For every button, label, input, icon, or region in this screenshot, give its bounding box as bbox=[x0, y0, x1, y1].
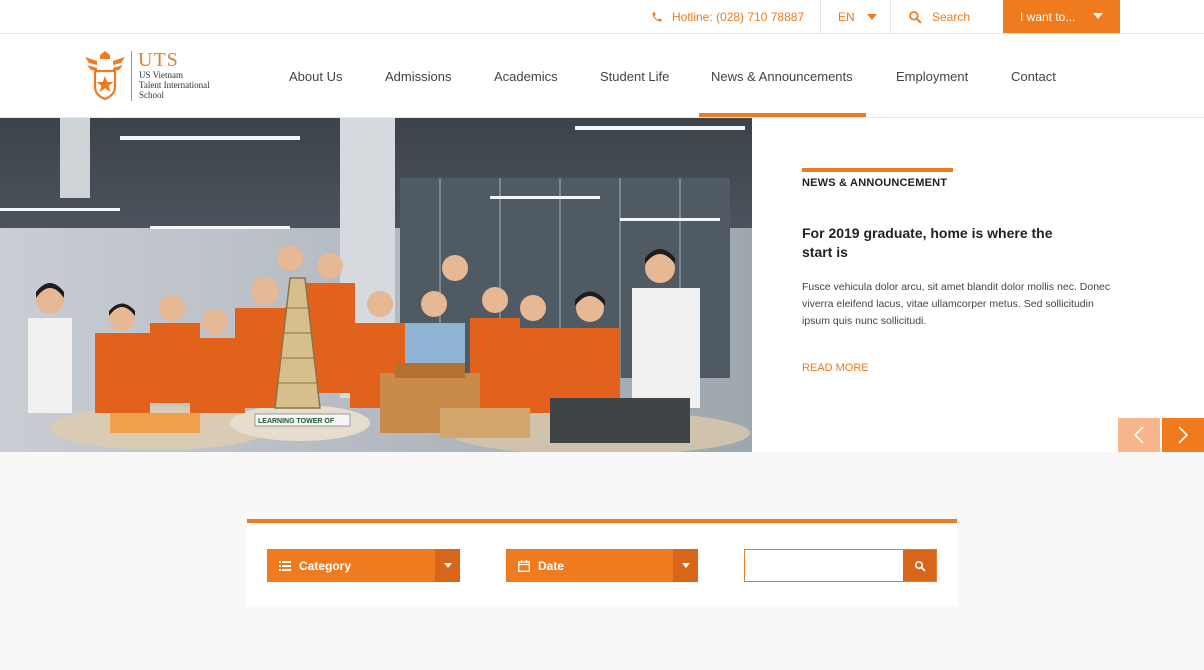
photo-sign-text: LEARNING TOWER OF bbox=[258, 418, 335, 425]
nav-item-about-us[interactable]: About Us bbox=[289, 34, 342, 118]
slider-next-button[interactable] bbox=[1162, 418, 1204, 452]
news-title[interactable]: For 2019 graduate, home is where the sta… bbox=[802, 224, 1062, 262]
nav-item-employment[interactable]: Employment bbox=[896, 34, 968, 118]
chevron-down-icon bbox=[443, 563, 452, 568]
slider-prev-button[interactable] bbox=[1118, 418, 1160, 452]
logo-brand: UTS bbox=[138, 49, 179, 71]
date-label: Date bbox=[538, 558, 565, 573]
hero-photo: LEARNING TOWER OF bbox=[0, 118, 752, 452]
nav-item-academics[interactable]: Academics bbox=[494, 34, 558, 118]
date-dropdown[interactable]: Date bbox=[506, 549, 698, 582]
search-icon bbox=[909, 10, 922, 23]
uts-logo[interactable]: UTS US Vietnam Talent International Scho… bbox=[83, 49, 233, 103]
chevron-down-icon bbox=[681, 563, 690, 568]
news-excerpt: Fusce vehicula dolor arcu, sit amet blan… bbox=[802, 281, 1111, 327]
logo-line: US Vietnam bbox=[139, 70, 184, 80]
search-button[interactable]: Search bbox=[908, 0, 970, 33]
accent-line bbox=[802, 168, 953, 172]
date-dropdown-toggle[interactable] bbox=[673, 549, 698, 582]
logo-subtitle: US Vietnam Talent International School bbox=[139, 70, 210, 100]
date-label-wrap: Date bbox=[518, 559, 564, 573]
list-icon bbox=[279, 560, 291, 571]
language-label: EN bbox=[838, 9, 855, 24]
read-more-link[interactable]: READ MORE bbox=[802, 362, 869, 374]
top-utility-bar: Hotline: (028) 710 78887 EN Search I wan… bbox=[0, 0, 1204, 34]
category-dropdown[interactable]: Category bbox=[267, 549, 460, 582]
divider bbox=[890, 0, 891, 33]
i-want-to-dropdown[interactable]: I want to... bbox=[1003, 0, 1120, 33]
news-filter-bar: Category Date bbox=[247, 519, 957, 606]
nav-item-contact[interactable]: Contact bbox=[1011, 34, 1056, 118]
news-search-box bbox=[744, 549, 937, 582]
phone-icon bbox=[652, 12, 662, 21]
search-label: Search bbox=[932, 9, 971, 24]
nav-active-indicator bbox=[699, 113, 866, 117]
chevron-down-icon bbox=[1093, 13, 1103, 19]
hotline-text: Hotline: (028) 710 78887 bbox=[672, 9, 805, 24]
group-photo-illustration: LEARNING TOWER OF bbox=[0, 118, 752, 452]
search-icon bbox=[914, 560, 925, 571]
shield-star-logo-icon bbox=[85, 51, 125, 101]
news-tag: NEWS & ANNOUNCEMENT bbox=[802, 177, 948, 189]
calendar-icon bbox=[518, 559, 530, 572]
nav-item-student-life[interactable]: Student Life bbox=[600, 34, 669, 118]
logo-line: School bbox=[139, 90, 165, 100]
category-label-wrap: Category bbox=[279, 559, 351, 573]
category-dropdown-toggle[interactable] bbox=[435, 549, 460, 582]
hero-news-panel: NEWS & ANNOUNCEMENT For 2019 graduate, h… bbox=[752, 118, 1204, 452]
chevron-down-icon bbox=[866, 13, 877, 20]
nav-item-news-announcements[interactable]: News & Announcements bbox=[711, 34, 853, 118]
i-want-to-label: I want to... bbox=[1020, 9, 1076, 24]
logo-line: Talent International bbox=[139, 80, 210, 90]
hotline[interactable]: Hotline: (028) 710 78887 bbox=[651, 0, 804, 33]
divider bbox=[820, 0, 821, 33]
chevron-right-icon bbox=[1178, 426, 1189, 444]
nav-item-admissions[interactable]: Admissions bbox=[385, 34, 451, 118]
news-search-input[interactable] bbox=[745, 550, 903, 581]
chevron-left-icon bbox=[1133, 426, 1144, 444]
logo-divider bbox=[131, 51, 132, 101]
category-label: Category bbox=[299, 558, 352, 573]
news-search-submit[interactable] bbox=[903, 550, 936, 581]
language-selector[interactable]: EN bbox=[838, 0, 877, 33]
main-header: UTS US Vietnam Talent International Scho… bbox=[0, 34, 1204, 118]
